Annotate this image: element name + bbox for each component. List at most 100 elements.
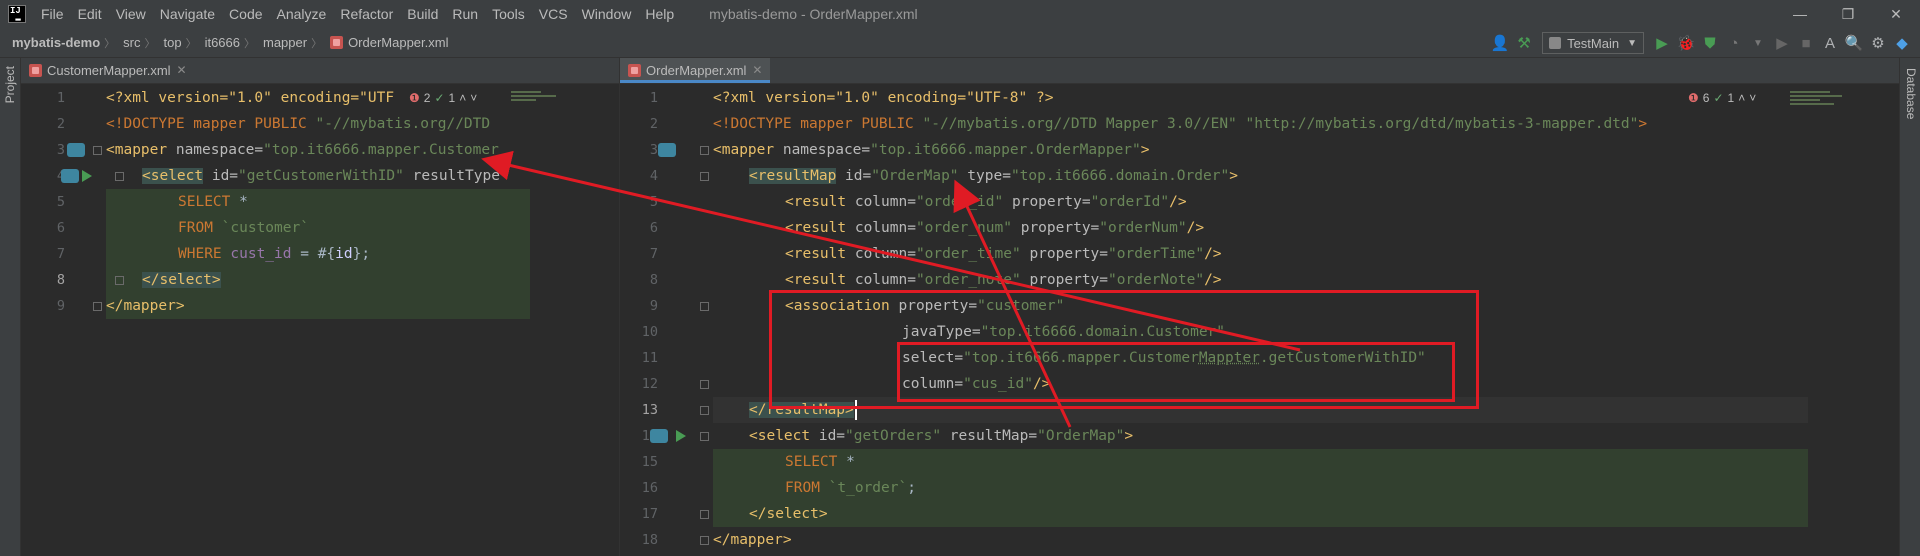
code-line: 2 <!DOCTYPE mapper PUBLIC "-//mybatis.org… — [21, 111, 619, 137]
code-text: <select id="getOrders" resultMap="OrderM… — [749, 428, 1134, 444]
intellij-logo-icon[interactable]: IJ ▬ — [8, 5, 26, 24]
annotation-select-box — [897, 342, 1455, 402]
user-icon[interactable]: 👤 — [1488, 31, 1512, 55]
line-number: 10 — [641, 324, 658, 340]
stop-icon[interactable]: ■ — [1794, 31, 1818, 55]
line-number: 12 — [641, 376, 658, 392]
fold-icon[interactable] — [93, 302, 102, 311]
breadcrumb-it6666[interactable]: it6666 — [197, 35, 244, 50]
fold-icon[interactable] — [115, 172, 124, 181]
breadcrumb-file[interactable]: OrderMapper.xml — [322, 35, 452, 50]
code-text: SELECT * — [785, 454, 855, 470]
breadcrumb-mapper[interactable]: mapper — [255, 35, 311, 50]
code-line: 9 </mapper> — [21, 293, 619, 319]
settings-gear-icon[interactable]: ⚙ — [1866, 31, 1890, 55]
line-number: 17 — [641, 506, 658, 522]
close-window-button[interactable]: ✕ — [1872, 0, 1920, 28]
fold-icon[interactable] — [700, 172, 709, 181]
close-tab-icon[interactable]: ✕ — [177, 63, 187, 77]
left-tab-bar: CustomerMapper.xml ✕ — [21, 58, 619, 84]
mybatis-navigate-icon[interactable] — [61, 169, 79, 183]
mybatis-navigate-icon[interactable] — [650, 429, 668, 443]
code-line: 1 <?xml version="1.0" encoding="UTF — [21, 85, 619, 111]
project-tool-button[interactable]: Project — [3, 66, 17, 103]
breadcrumb-project[interactable]: mybatis-demo — [0, 35, 104, 50]
code-line: 4 <select id="getCustomerWithID" resultT… — [21, 163, 619, 189]
coverage-icon[interactable]: ⛊ — [1698, 31, 1722, 55]
menu-analyze[interactable]: Analyze — [270, 0, 334, 28]
menu-window[interactable]: Window — [575, 0, 639, 28]
code-line: 4 <resultMap id="OrderMap" type="top.it6… — [620, 163, 1899, 189]
fold-icon[interactable] — [700, 406, 709, 415]
translate-icon[interactable]: A — [1818, 31, 1842, 55]
code-text: </select> — [749, 506, 828, 522]
mybatis-navigate-icon[interactable] — [67, 143, 85, 157]
right-tab-bar: OrderMapper.xml ✕ — [620, 58, 1899, 84]
menu-build[interactable]: Build — [400, 0, 445, 28]
menu-run[interactable]: Run — [445, 0, 485, 28]
line-number: 16 — [641, 480, 658, 496]
build-hammer-icon[interactable]: ⚒ — [1512, 31, 1536, 55]
menu-refactor[interactable]: Refactor — [333, 0, 400, 28]
code-text: FROM `customer` — [178, 220, 309, 236]
left-code-area[interactable]: ❶2 ✓ 1 ˄ ˅ 1 <?xml version="1.0" encoding=… — [21, 85, 619, 556]
profile-icon[interactable]: ◔ — [1722, 31, 1746, 55]
line-number: 15 — [641, 454, 658, 470]
restore-button[interactable]: ❐ — [1824, 0, 1872, 28]
fold-icon[interactable] — [700, 510, 709, 519]
code-text: <mapper namespace="top.it6666.mapper.Cus… — [106, 142, 499, 158]
code-text: <result column="order_time" property="or… — [785, 246, 1222, 262]
menu-help[interactable]: Help — [638, 0, 681, 28]
code-line: 8 </select> — [21, 267, 619, 293]
menu-file[interactable]: File — [34, 0, 71, 28]
line-number: 11 — [641, 350, 658, 366]
fold-icon[interactable] — [115, 276, 124, 285]
more-run-icon[interactable]: ▼ — [1746, 31, 1770, 55]
fold-icon[interactable] — [700, 302, 709, 311]
menu-tools[interactable]: Tools — [485, 0, 532, 28]
line-number: 6 — [56, 220, 65, 236]
debug-icon[interactable]: 🐞 — [1674, 31, 1698, 55]
right-tool-strip: Database — [1899, 58, 1920, 556]
mybatis-navigate-icon[interactable] — [658, 143, 676, 157]
minimize-button[interactable]: — — [1776, 0, 1824, 28]
xml-file-icon — [330, 36, 344, 49]
menu-view[interactable]: View — [109, 0, 153, 28]
code-line: 3 <mapper namespace="top.it6666.mapper.O… — [620, 137, 1899, 163]
breadcrumb-separator-icon: 〉 — [243, 37, 255, 50]
search-icon[interactable]: 🔍 — [1842, 31, 1866, 55]
menu-vcs[interactable]: VCS — [532, 0, 575, 28]
run-statement-icon[interactable] — [82, 170, 92, 182]
code-text: <result column="order_num" property="ord… — [785, 220, 1205, 236]
fold-icon[interactable] — [700, 146, 709, 155]
close-tab-icon[interactable]: ✕ — [752, 63, 762, 77]
line-number: 9 — [56, 298, 65, 314]
breadcrumb-file-label: OrderMapper.xml — [348, 35, 449, 50]
menu-navigate[interactable]: Navigate — [153, 0, 222, 28]
line-number: 8 — [649, 272, 658, 288]
fold-icon[interactable] — [700, 536, 709, 545]
menu-code[interactable]: Code — [222, 0, 269, 28]
code-line: 5 SELECT * — [21, 189, 619, 215]
breadcrumb-top[interactable]: top — [155, 35, 185, 50]
breadcrumb-src[interactable]: src — [115, 35, 144, 50]
code-line: 3 <mapper namespace="top.it6666.mapper.C… — [21, 137, 619, 163]
tab-customer-mapper[interactable]: CustomerMapper.xml ✕ — [21, 58, 195, 83]
menu-edit[interactable]: Edit — [71, 0, 109, 28]
fold-icon[interactable] — [700, 380, 709, 389]
fold-icon[interactable] — [700, 432, 709, 441]
plugin-icon[interactable]: ◆ — [1890, 31, 1914, 55]
run-configuration-select[interactable]: TestMain ▼ — [1542, 32, 1644, 54]
code-line: 18 </mapper> — [620, 527, 1899, 553]
code-line: 6 <result column="order_num" property="or… — [620, 215, 1899, 241]
xml-file-icon — [628, 63, 641, 77]
code-text: <?xml version="1.0" encoding="UTF — [106, 90, 395, 106]
run-icon[interactable]: ▶ — [1650, 31, 1674, 55]
run-statement-icon[interactable] — [676, 430, 686, 442]
code-text: SELECT * — [178, 194, 248, 210]
tab-order-mapper[interactable]: OrderMapper.xml ✕ — [620, 58, 771, 83]
rerun-icon[interactable]: ▶ — [1770, 31, 1794, 55]
fold-icon[interactable] — [93, 146, 102, 155]
line-number: 3 — [56, 142, 65, 158]
database-tool-button[interactable]: Database — [1904, 68, 1918, 119]
